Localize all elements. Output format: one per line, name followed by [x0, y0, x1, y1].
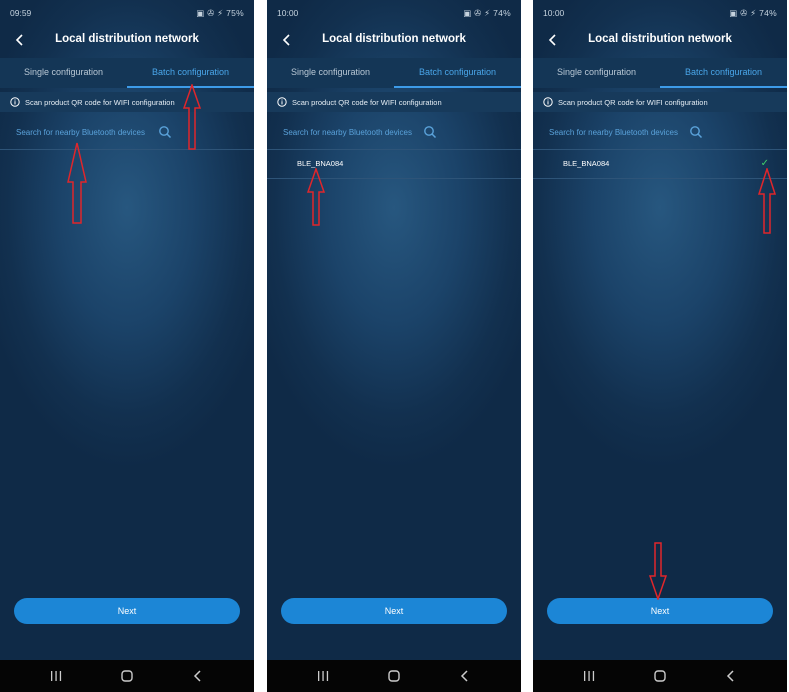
search-bluetooth-label: Search for nearby Bluetooth devices — [16, 128, 145, 137]
scan-qr-row[interactable]: Scan product QR code for WIFI configurat… — [267, 92, 521, 112]
next-button[interactable]: Next — [14, 598, 240, 624]
home-icon[interactable] — [386, 668, 402, 684]
search-icon[interactable] — [423, 125, 437, 139]
tab-batch-configuration[interactable]: Batch configuration — [394, 58, 521, 88]
header: Local distribution network — [0, 30, 254, 52]
recent-apps-icon[interactable] — [581, 668, 597, 684]
status-bar: 09:59 ▣ ✇ ⚡ 75% — [10, 6, 244, 20]
phone-screen-3: 10:00 ▣ ✇ ⚡ 74% Local distribution netwo… — [533, 0, 787, 692]
search-icon[interactable] — [689, 125, 703, 139]
page-title: Local distribution network — [588, 33, 732, 45]
nav-back-icon[interactable] — [457, 668, 473, 684]
phone-screen-2: 10:00 ▣ ✇ ⚡ 74% Local distribution netwo… — [267, 0, 521, 692]
recent-apps-icon[interactable] — [48, 668, 64, 684]
tab-bar: Single configuration Batch configuration — [267, 58, 521, 88]
android-nav-bar — [0, 660, 254, 692]
search-bluetooth-row[interactable]: Search for nearby Bluetooth devices — [533, 122, 787, 150]
device-name: BLE_BNA084 — [563, 159, 610, 168]
nav-back-icon[interactable] — [190, 668, 206, 684]
next-button[interactable]: Next — [547, 598, 773, 624]
home-icon[interactable] — [652, 668, 668, 684]
tab-single-configuration[interactable]: Single configuration — [0, 58, 127, 88]
header: Local distribution network — [267, 30, 521, 52]
search-bluetooth-row[interactable]: Search for nearby Bluetooth devices — [0, 122, 254, 150]
status-icons: ▣ ✇ ⚡ 74% — [463, 7, 511, 18]
scan-qr-row[interactable]: Scan product QR code for WIFI configurat… — [533, 92, 787, 112]
search-bluetooth-label: Search for nearby Bluetooth devices — [283, 128, 412, 137]
nav-back-icon[interactable] — [723, 668, 739, 684]
device-list-item[interactable]: BLE_BNA084 — [267, 152, 521, 179]
next-button[interactable]: Next — [281, 598, 507, 624]
tab-batch-configuration[interactable]: Batch configuration — [660, 58, 787, 88]
search-icon[interactable] — [158, 125, 172, 139]
arrow-annotation — [758, 168, 776, 234]
status-time: 10:00 — [277, 8, 299, 18]
info-icon — [10, 97, 20, 107]
android-nav-bar — [267, 660, 521, 692]
phone-screen-1: 09:59 ▣ ✇ ⚡ 75% Local distribution netwo… — [0, 0, 254, 692]
tab-single-configuration[interactable]: Single configuration — [267, 58, 394, 88]
scan-qr-label: Scan product QR code for WIFI configurat… — [25, 97, 175, 107]
tab-bar: Single configuration Batch configuration — [533, 58, 787, 88]
home-icon[interactable] — [119, 668, 135, 684]
page-title: Local distribution network — [322, 33, 466, 45]
status-bar: 10:00 ▣ ✇ ⚡ 74% — [277, 6, 511, 20]
scan-qr-label: Scan product QR code for WIFI configurat… — [292, 97, 442, 107]
device-name: BLE_BNA084 — [297, 159, 344, 168]
tab-single-configuration[interactable]: Single configuration — [533, 58, 660, 88]
arrow-annotation — [183, 84, 201, 150]
arrow-annotation — [307, 168, 325, 226]
status-time: 09:59 — [10, 8, 32, 18]
tab-bar: Single configuration Batch configuration — [0, 58, 254, 88]
android-nav-bar — [533, 660, 787, 692]
header: Local distribution network — [533, 30, 787, 52]
scan-qr-label: Scan product QR code for WIFI configurat… — [558, 97, 708, 107]
info-icon — [277, 97, 287, 107]
arrow-annotation — [67, 142, 87, 224]
scan-qr-row[interactable]: Scan product QR code for WIFI configurat… — [0, 92, 254, 112]
status-time: 10:00 — [543, 8, 565, 18]
arrow-annotation — [649, 542, 667, 600]
status-bar: 10:00 ▣ ✇ ⚡ 74% — [543, 6, 777, 20]
status-icons: ▣ ✇ ⚡ 74% — [729, 7, 777, 18]
search-bluetooth-row[interactable]: Search for nearby Bluetooth devices — [267, 122, 521, 150]
device-list-item[interactable]: BLE_BNA084 ✓ — [533, 152, 787, 179]
status-icons: ▣ ✇ ⚡ 75% — [196, 7, 244, 18]
info-icon — [543, 97, 553, 107]
search-bluetooth-label: Search for nearby Bluetooth devices — [549, 128, 678, 137]
page-title: Local distribution network — [55, 33, 199, 45]
recent-apps-icon[interactable] — [315, 668, 331, 684]
